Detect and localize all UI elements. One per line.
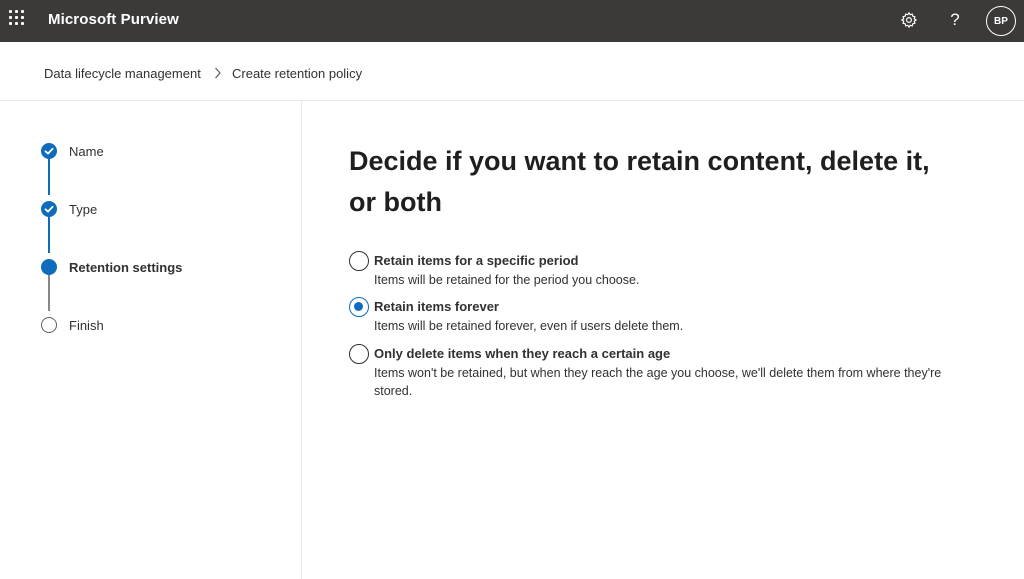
radio-retain-specific-period[interactable]: [349, 251, 369, 271]
page-title: Decide if you want to retain content, de…: [349, 146, 930, 217]
option-description: Items will be retained for the period yo…: [374, 273, 640, 287]
option-title[interactable]: Only delete items when they reach a cert…: [374, 346, 670, 361]
app-title[interactable]: Microsoft Purview: [48, 11, 179, 28]
avatar[interactable]: BP: [986, 6, 1016, 36]
help-icon[interactable]: ?: [944, 9, 966, 31]
option-title[interactable]: Retain items forever: [374, 299, 499, 314]
option-description: Items won't be retained, but when they r…: [374, 366, 942, 398]
step-label-retention-settings[interactable]: Retention settings: [69, 260, 182, 275]
step-connector: [48, 159, 50, 195]
breadcrumb-item-create-policy: Create retention policy: [232, 66, 363, 81]
chevron-right-icon: [215, 67, 221, 79]
step-connector: [48, 217, 50, 253]
step-connector: [48, 275, 50, 311]
radio-only-delete[interactable]: [349, 344, 369, 364]
main-content: Decide if you want to retain content, de…: [303, 101, 1024, 579]
step-label-name[interactable]: Name: [69, 144, 104, 159]
top-bar: Microsoft Purview ? BP: [0, 0, 1024, 42]
breadcrumb: Data lifecycle management Create retenti…: [0, 42, 1024, 101]
option-description: Items will be retained forever, even if …: [374, 319, 684, 333]
step-label-finish: Finish: [69, 318, 104, 333]
option-title[interactable]: Retain items for a specific period: [374, 253, 578, 268]
radio-retain-forever[interactable]: [349, 297, 369, 317]
step-label-type[interactable]: Type: [69, 202, 97, 217]
waffle-icon[interactable]: [9, 10, 27, 28]
empty-step-icon: [41, 317, 57, 333]
breadcrumb-item-data-lifecycle[interactable]: Data lifecycle management: [44, 66, 201, 81]
wizard-steps: Name Type Retention settings Finish: [0, 101, 302, 579]
gear-icon[interactable]: [898, 9, 920, 31]
checkmark-icon: [41, 143, 57, 159]
current-step-icon: [41, 259, 57, 275]
checkmark-icon: [41, 201, 57, 217]
